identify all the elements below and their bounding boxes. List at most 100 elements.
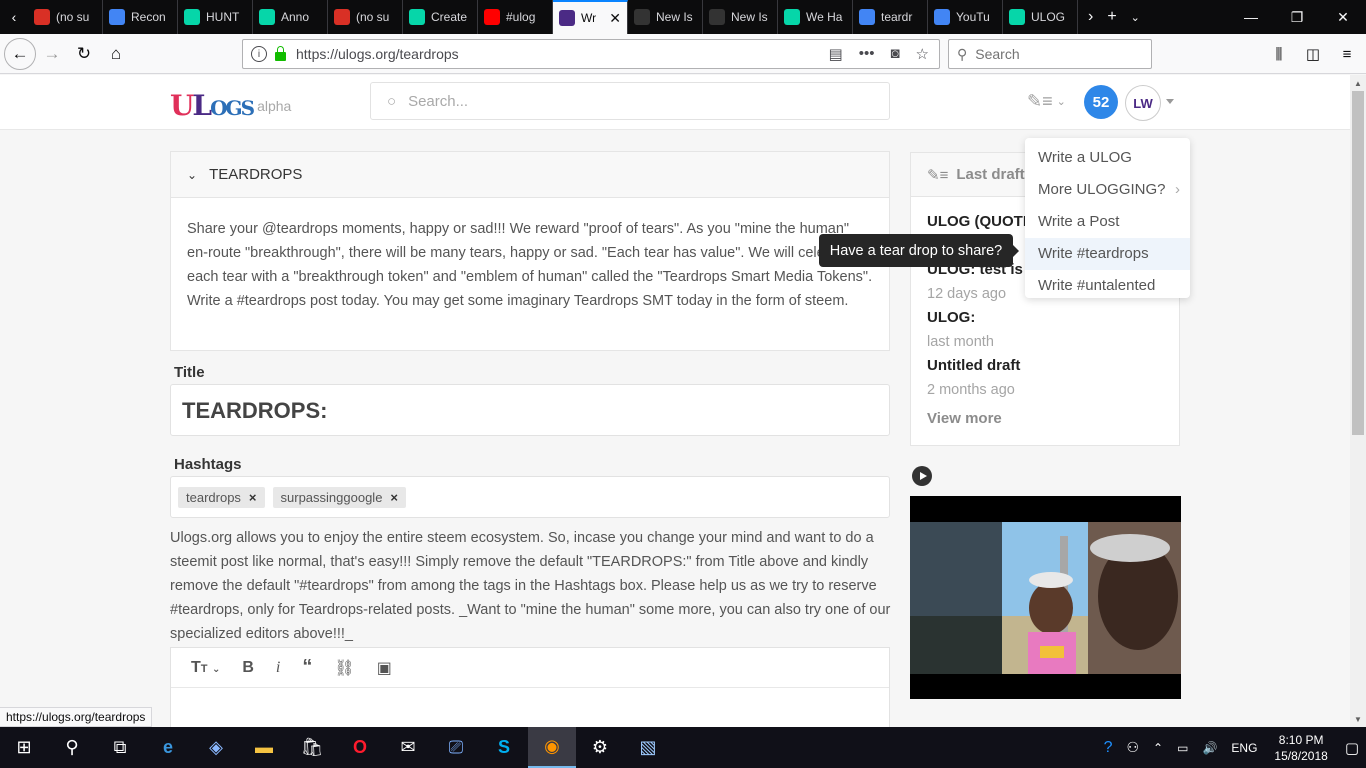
notifications-badge[interactable]: 52 bbox=[1084, 85, 1118, 119]
draft-title[interactable]: Untitled draft bbox=[927, 354, 1163, 378]
tray-expand-icon[interactable]: ⌃ bbox=[1146, 741, 1170, 755]
info-icon[interactable]: i bbox=[251, 46, 267, 62]
volume-icon[interactable]: 🔊 bbox=[1195, 741, 1224, 755]
menu-item-write-untalented[interactable]: Write #untalented bbox=[1025, 270, 1190, 302]
scroll-up-icon[interactable]: ▲ bbox=[1350, 75, 1366, 91]
avatar-caret-icon[interactable] bbox=[1166, 99, 1174, 104]
browser-tab[interactable]: ULOG bbox=[1003, 0, 1078, 34]
image-icon[interactable]: ▣ bbox=[377, 658, 392, 678]
new-tab-icon[interactable]: + bbox=[1107, 8, 1116, 26]
page-actions-icon[interactable]: ••• bbox=[859, 45, 875, 63]
action-center-icon[interactable]: ▢ bbox=[1338, 739, 1366, 757]
browser-search-input[interactable]: ⚲ Search bbox=[948, 39, 1152, 69]
menu-item-write-post[interactable]: Write a Post bbox=[1025, 206, 1190, 238]
scroll-down-icon[interactable]: ▼ bbox=[1350, 711, 1366, 727]
menu-item-write-ulog[interactable]: Write a ULOG bbox=[1025, 142, 1190, 174]
skype-icon[interactable]: S bbox=[480, 727, 528, 768]
browser-tab[interactable]: Anno bbox=[253, 0, 328, 34]
back-button[interactable]: ← bbox=[4, 37, 36, 70]
site-logo[interactable]: ULOGS alpha bbox=[170, 89, 291, 122]
people-icon[interactable]: ⚇ bbox=[1119, 739, 1146, 756]
browser-tab[interactable]: (no su bbox=[28, 0, 103, 34]
video-player[interactable] bbox=[910, 496, 1181, 699]
help-icon[interactable]: ? bbox=[1097, 739, 1120, 757]
browser-tab[interactable]: We Ha bbox=[778, 0, 853, 34]
write-icon: ✎≡ bbox=[1027, 91, 1053, 111]
store-icon[interactable]: 🛍 bbox=[288, 727, 336, 768]
tab-scroll-left-icon[interactable]: ‹ bbox=[0, 0, 28, 34]
reload-button[interactable]: ↻ bbox=[68, 38, 100, 70]
github-icon bbox=[634, 9, 650, 25]
battery-icon[interactable]: ▭ bbox=[1170, 741, 1195, 755]
drafts-icon: ✎≡ bbox=[927, 166, 949, 184]
task-view-icon[interactable]: ⧉ bbox=[96, 727, 144, 768]
bookmark-star-icon[interactable]: ☆ bbox=[916, 45, 929, 63]
teardrops-tooltip: Have a tear drop to share? bbox=[819, 234, 1019, 267]
language-indicator[interactable]: ENG bbox=[1224, 741, 1264, 755]
browser-tab[interactable]: Recon bbox=[103, 0, 178, 34]
draft-title[interactable]: ULOG: bbox=[927, 306, 1163, 330]
browser-tab[interactable]: teardr bbox=[853, 0, 928, 34]
home-button[interactable]: ⌂ bbox=[100, 38, 132, 70]
close-window-icon[interactable]: ✕ bbox=[1320, 0, 1366, 34]
browser-tab[interactable]: New Is bbox=[628, 0, 703, 34]
play-icon[interactable] bbox=[912, 466, 932, 486]
link-icon[interactable]: ⛓ bbox=[334, 658, 354, 678]
file-explorer-icon[interactable]: ▬ bbox=[240, 727, 288, 768]
gmail-icon bbox=[34, 9, 50, 25]
browser-tab[interactable]: New Is bbox=[703, 0, 778, 34]
browser-tab[interactable]: (no su bbox=[328, 0, 403, 34]
edge-icon[interactable]: e bbox=[144, 727, 192, 768]
browser-tab[interactable]: Wr ✕ bbox=[553, 0, 628, 34]
menu-item-write-teardrops[interactable]: Write #teardrops bbox=[1025, 238, 1190, 270]
firefox-icon[interactable]: ◉ bbox=[528, 727, 576, 768]
dropbox-icon[interactable]: ◈ bbox=[192, 727, 240, 768]
reader-view-icon[interactable]: ▤ bbox=[829, 45, 843, 63]
mail-icon[interactable]: ✉ bbox=[384, 727, 432, 768]
close-tab-icon[interactable]: ✕ bbox=[609, 10, 621, 27]
restore-icon[interactable]: ❐ bbox=[1274, 0, 1320, 34]
browser-tab[interactable]: #ulog bbox=[478, 0, 553, 34]
sidebar-icon[interactable]: ◫ bbox=[1300, 38, 1326, 70]
settings-gear-icon[interactable]: ⚙ bbox=[576, 727, 624, 768]
heading-icon[interactable]: TT ⌄ bbox=[191, 659, 220, 677]
url-bar[interactable]: i https://ulogs.org/teardrops ▤ ••• ◙ ☆ bbox=[242, 39, 940, 69]
remove-tag-icon[interactable]: × bbox=[249, 490, 257, 505]
taskbar-search-icon[interactable]: ⚲ bbox=[48, 727, 96, 768]
write-menu-button[interactable]: ✎≡ ⌄ bbox=[1027, 91, 1066, 112]
windows-start-icon[interactable]: ⊞ bbox=[0, 727, 48, 768]
tab-scroll-right-icon[interactable]: › bbox=[1088, 8, 1093, 26]
view-more-link[interactable]: View more bbox=[927, 410, 1163, 427]
tag-card-header[interactable]: ⌄ TEARDROPS bbox=[171, 152, 889, 198]
title-label: Title bbox=[174, 364, 205, 381]
quote-icon[interactable]: “ bbox=[302, 656, 312, 679]
scroll-thumb[interactable] bbox=[1352, 91, 1364, 435]
browser-tab[interactable]: HUNT bbox=[178, 0, 253, 34]
network-app-icon[interactable]: ⎚ bbox=[432, 727, 480, 768]
page-scrollbar[interactable]: ▲ ▼ bbox=[1350, 75, 1366, 727]
hashtags-input[interactable]: teardrops × surpassinggoogle × bbox=[170, 476, 890, 518]
minimize-icon[interactable]: — bbox=[1228, 0, 1274, 34]
site-header: ULOGS alpha ○ Search... ✎≡ ⌄ 52 LW bbox=[0, 75, 1350, 130]
chevron-down-icon[interactable]: ⌄ bbox=[187, 168, 197, 182]
library-icon[interactable]: ⫼ bbox=[1266, 38, 1292, 70]
all-tabs-chevron-icon[interactable]: ⌄ bbox=[1131, 11, 1140, 24]
menu-icon[interactable]: ≡ bbox=[1334, 38, 1360, 70]
site-search-input[interactable]: ○ Search... bbox=[370, 82, 890, 120]
url-text[interactable]: https://ulogs.org/teardrops bbox=[296, 46, 459, 62]
browser-tab[interactable]: Create bbox=[403, 0, 478, 34]
pocket-icon[interactable]: ◙ bbox=[890, 45, 899, 63]
photos-icon[interactable]: ▧ bbox=[624, 727, 672, 768]
forward-button[interactable]: → bbox=[36, 38, 68, 70]
remove-tag-icon[interactable]: × bbox=[390, 490, 398, 505]
bold-icon[interactable]: B bbox=[242, 659, 254, 677]
avatar[interactable]: LW bbox=[1125, 85, 1161, 121]
google-icon bbox=[859, 9, 875, 25]
menu-item-more-ulogging[interactable]: More ULOGGING? › bbox=[1025, 174, 1190, 206]
italic-icon[interactable]: i bbox=[276, 659, 280, 677]
browser-tab[interactable]: YouTu bbox=[928, 0, 1003, 34]
opera-icon[interactable]: O bbox=[336, 727, 384, 768]
clock[interactable]: 8:10 PM 15/8/2018 bbox=[1264, 732, 1337, 764]
title-input[interactable]: TEARDROPS: bbox=[170, 384, 890, 436]
lock-icon bbox=[275, 45, 286, 61]
